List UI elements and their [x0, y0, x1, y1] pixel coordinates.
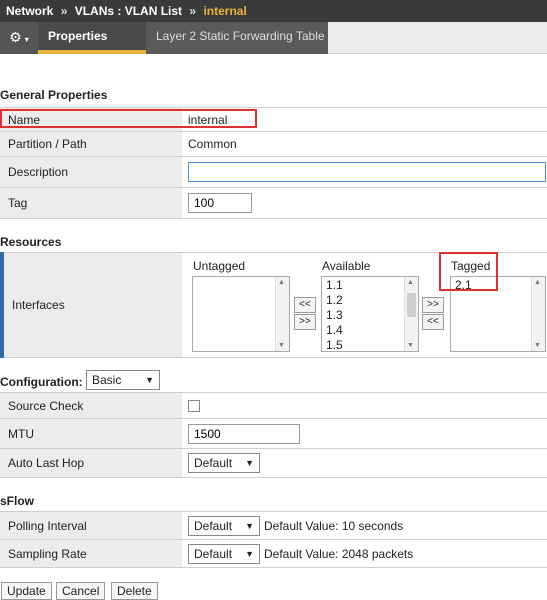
name-value: internal [188, 112, 228, 127]
polling-interval-label: Polling Interval [0, 512, 182, 539]
cancel-button[interactable]: Cancel [56, 582, 106, 600]
name-row: Name internal [0, 107, 547, 131]
list-item[interactable]: 1.3 [326, 308, 343, 323]
tag-label: Tag [0, 188, 182, 218]
auto-last-hop-label: Auto Last Hop [0, 449, 182, 477]
untagged-scrollbar[interactable]: ▲ ▼ [275, 277, 289, 351]
resources-heading: Resources [0, 235, 62, 249]
general-properties-heading: General Properties [0, 88, 108, 102]
available-items: 1.1 1.2 1.3 1.4 1.5 [326, 278, 343, 353]
configuration-mode-value: Basic [92, 373, 122, 387]
list-item[interactable]: 1.5 [326, 338, 343, 353]
breadcrumb-separator-icon: » [189, 4, 197, 18]
partition-label: Partition / Path [0, 132, 182, 156]
mtu-label: MTU [0, 419, 182, 448]
polling-interval-note: Default Value: 10 seconds [264, 518, 404, 533]
chevron-down-icon: ▼ [245, 520, 254, 531]
scroll-down-icon: ▼ [534, 342, 541, 349]
chevron-down-icon: ▾ [24, 35, 29, 44]
tagged-items: 2.1 [455, 278, 472, 293]
sampling-rate-select[interactable]: Default ▼ [188, 543, 260, 564]
scroll-down-icon: ▼ [407, 342, 414, 349]
sampling-rate-cell: Default ▼ Default Value: 2048 packets [182, 540, 547, 567]
list-item[interactable]: 1.4 [326, 323, 343, 338]
delete-button[interactable]: Delete [111, 582, 158, 600]
move-from-untagged-button[interactable]: >> [294, 314, 316, 330]
tagged-label: Tagged [451, 259, 491, 273]
source-check-row: Source Check [0, 392, 547, 418]
polling-interval-row: Polling Interval Default ▼ Default Value:… [0, 511, 547, 539]
gear-icon: ⚙ [9, 29, 22, 45]
auto-last-hop-cell: Default ▼ [182, 449, 547, 477]
move-to-tagged-button[interactable]: >> [422, 297, 444, 313]
sampling-rate-row: Sampling Rate Default ▼ Default Value: 20… [0, 539, 547, 568]
tab-properties[interactable]: Properties [38, 22, 146, 54]
available-label: Available [322, 259, 371, 273]
move-from-tagged-button[interactable]: << [422, 314, 444, 330]
chevron-down-icon: ▼ [145, 375, 154, 385]
available-scrollbar[interactable]: ▲ ▼ [404, 277, 418, 351]
available-listbox[interactable]: 1.1 1.2 1.3 1.4 1.5 ▲ ▼ [321, 276, 419, 352]
description-value-cell [182, 157, 547, 187]
description-label: Description [0, 157, 182, 187]
sampling-rate-value: Default [194, 546, 233, 561]
tag-row: Tag [0, 187, 547, 219]
scroll-down-icon: ▼ [278, 342, 285, 349]
configuration-heading: Configuration: [0, 375, 83, 389]
configuration-mode-select[interactable]: Basic ▼ [86, 370, 160, 390]
sampling-rate-note: Default Value: 2048 packets [264, 546, 414, 561]
description-input[interactable] [188, 162, 546, 182]
interfaces-label: Interfaces [0, 253, 182, 357]
breadcrumb-network[interactable]: Network [6, 4, 53, 18]
untagged-label: Untagged [193, 259, 246, 273]
scroll-thumb[interactable] [407, 293, 416, 317]
tag-input[interactable] [188, 193, 252, 213]
mtu-row: MTU [0, 418, 547, 448]
tab-bar: ⚙ ▾ Properties Layer 2 Static Forwarding … [0, 22, 547, 54]
auto-last-hop-select[interactable]: Default ▼ [188, 453, 260, 473]
breadcrumb-current: internal [203, 4, 247, 18]
tagged-listbox[interactable]: 2.1 ▲ ▼ [450, 276, 546, 352]
polling-interval-value: Default [194, 518, 233, 533]
partition-row: Partition / Path Common [0, 131, 547, 156]
description-row: Description [0, 156, 547, 187]
breadcrumb-vlan-list[interactable]: VLANs : VLAN List [75, 4, 182, 18]
list-item[interactable]: 1.2 [326, 293, 343, 308]
partition-value: Common [188, 137, 237, 151]
polling-interval-cell: Default ▼ Default Value: 10 seconds [182, 512, 547, 539]
list-item[interactable]: 1.1 [326, 278, 343, 293]
interfaces-accent-bar [0, 252, 4, 358]
source-check-checkbox[interactable] [188, 399, 200, 412]
scroll-up-icon: ▲ [407, 279, 414, 286]
auto-last-hop-row: Auto Last Hop Default ▼ [0, 448, 547, 478]
sampling-rate-label: Sampling Rate [0, 540, 182, 567]
mtu-input[interactable] [188, 423, 300, 444]
polling-interval-select[interactable]: Default ▼ [188, 515, 260, 536]
mtu-cell [182, 419, 547, 448]
name-label: Name [0, 108, 182, 131]
update-button[interactable]: Update [1, 582, 52, 600]
list-item[interactable]: 2.1 [455, 278, 472, 293]
chevron-down-icon: ▼ [245, 548, 254, 559]
source-check-label: Source Check [0, 393, 182, 418]
untagged-listbox[interactable]: ▲ ▼ [192, 276, 290, 352]
tag-value-cell [182, 188, 547, 218]
chevron-down-icon: ▼ [245, 458, 254, 468]
tab-l2-forwarding-table[interactable]: Layer 2 Static Forwarding Table [146, 22, 328, 54]
scroll-up-icon: ▲ [534, 279, 541, 286]
gear-menu-button[interactable]: ⚙ ▾ [0, 22, 38, 54]
tagged-scrollbar[interactable]: ▲ ▼ [531, 277, 545, 351]
breadcrumb-separator-icon: » [60, 4, 68, 18]
source-check-cell [182, 393, 547, 418]
breadcrumb: Network » VLANs : VLAN List » internal [0, 0, 547, 22]
auto-last-hop-value: Default [194, 456, 233, 470]
scroll-up-icon: ▲ [278, 279, 285, 286]
sflow-heading: sFlow [0, 494, 35, 508]
move-to-untagged-button[interactable]: << [294, 297, 316, 313]
